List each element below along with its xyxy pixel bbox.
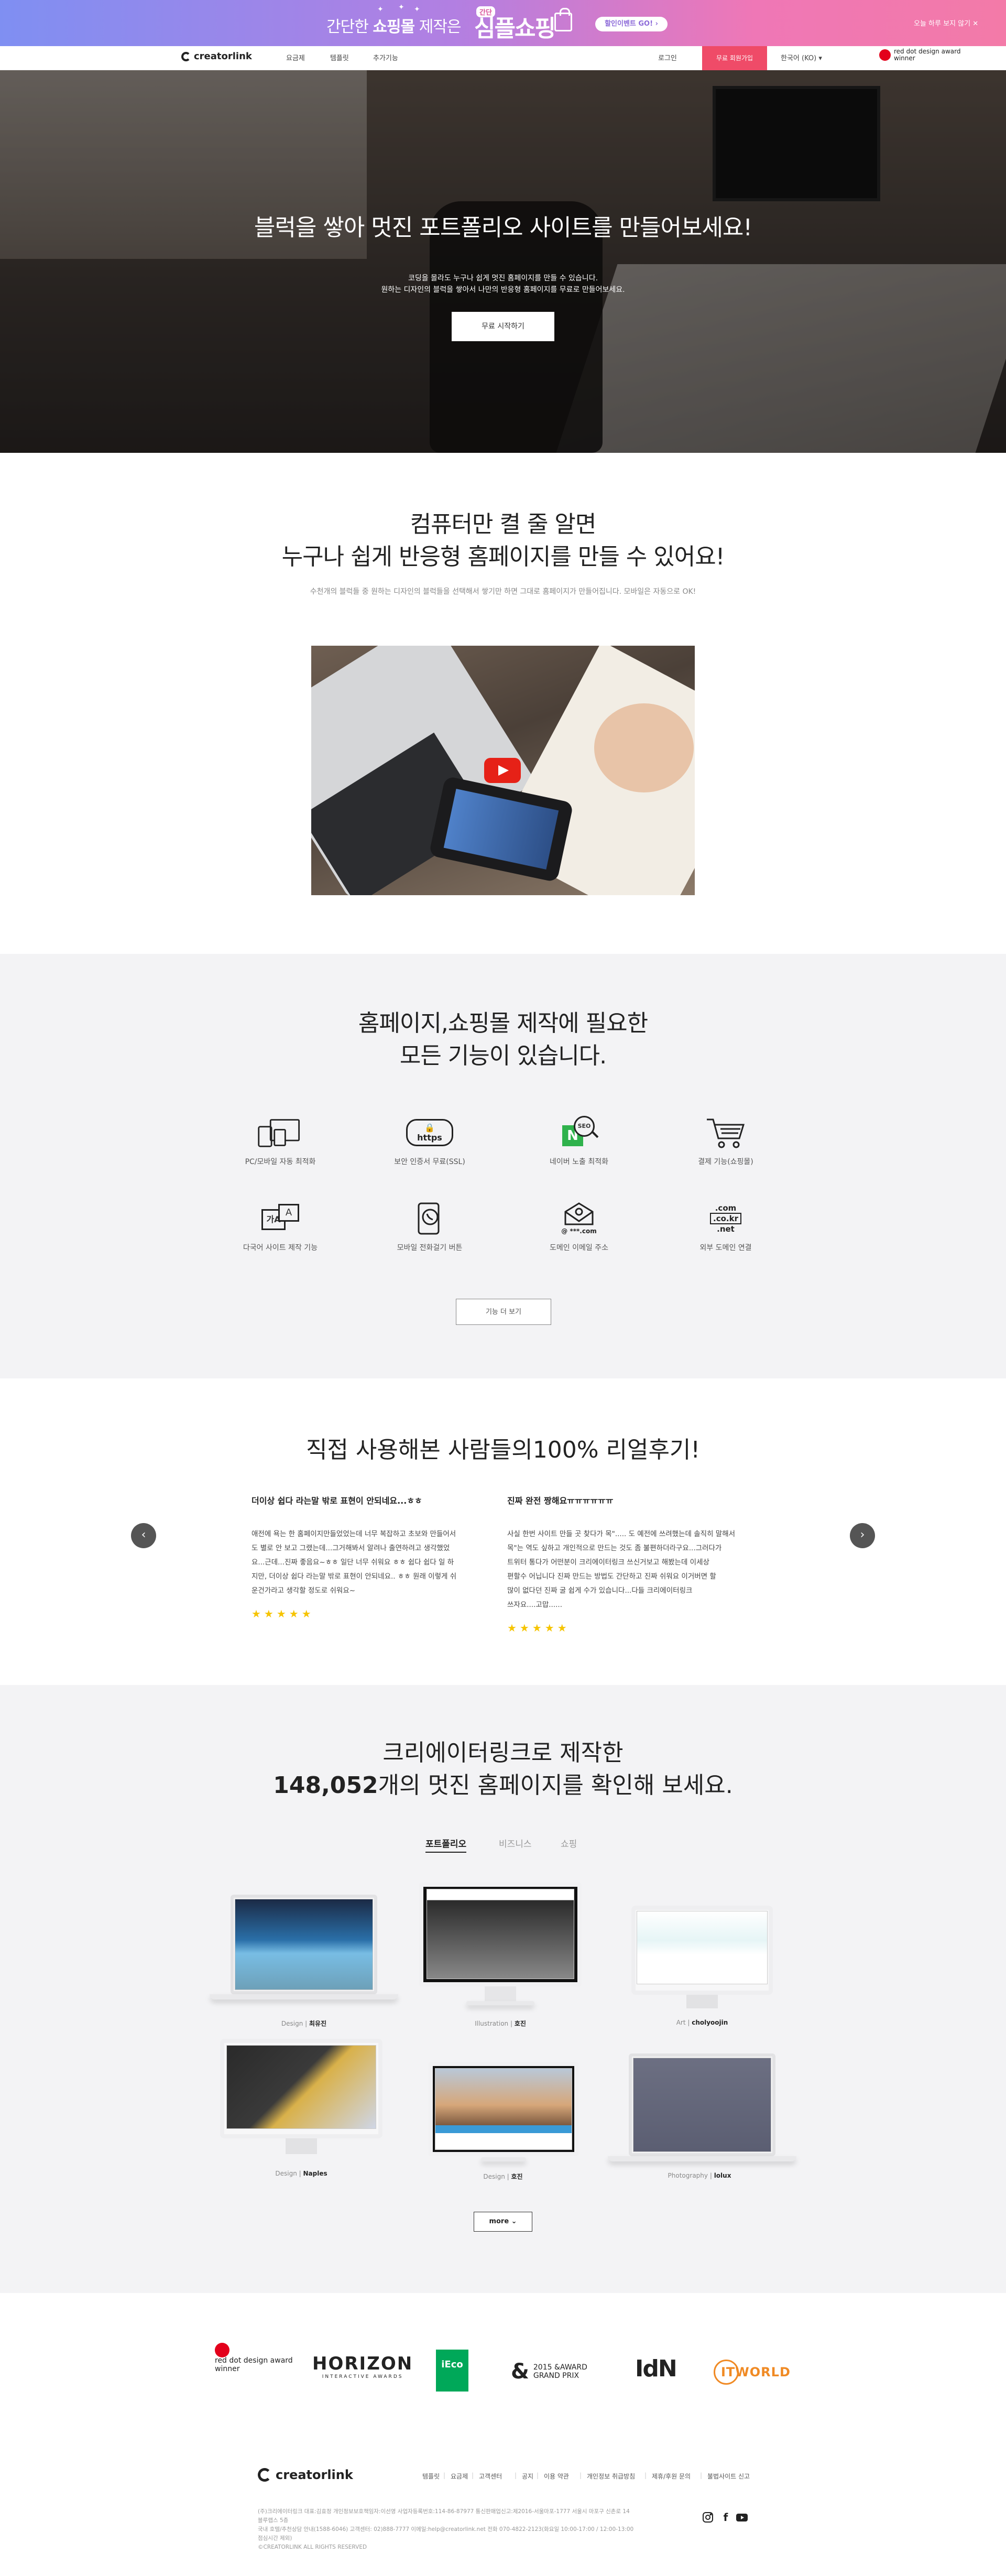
cart-icon xyxy=(702,1114,749,1151)
translate-icon: 가A A xyxy=(257,1200,304,1237)
showcase-caption: Design | 최유진 xyxy=(281,2020,327,2027)
showcase-item[interactable] xyxy=(210,1895,398,2010)
next-review-button[interactable]: › xyxy=(850,1523,875,1548)
devices-icon xyxy=(257,1114,304,1151)
hero-subtitle: 코딩을 몰라도 누구나 쉽게 멋진 홈페이지를 만들 수 있습니다. 원하는 디… xyxy=(381,274,625,294)
showcase-item[interactable] xyxy=(429,2062,578,2167)
footer-link-pricing[interactable]: 요금제 xyxy=(451,2472,468,2481)
prev-review-button[interactable]: ‹ xyxy=(131,1523,156,1548)
domain-icon: .com .co.kr .net xyxy=(702,1200,749,1237)
showcase-caption: Art | cholyoojin xyxy=(676,2019,728,2026)
showcase-item[interactable] xyxy=(608,2053,796,2169)
horizon-award-logo: HORIZON INTERACTIVE AWARDS xyxy=(312,2353,413,2379)
hero-section xyxy=(0,70,1006,453)
start-free-button[interactable]: 무료 시작하기 xyxy=(452,312,554,341)
reddot-icon xyxy=(215,2343,229,2357)
promo-hide-today-link[interactable]: 오늘 하루 보지 않기 ✕ xyxy=(914,18,978,28)
email-icon: @ ***.com xyxy=(555,1200,603,1237)
showcase-item[interactable] xyxy=(419,1883,582,2008)
more-showcase-button[interactable]: more ⌄ xyxy=(474,2212,532,2232)
footer-link-templates[interactable]: 템플릿 xyxy=(422,2472,440,2481)
logo-mark-icon xyxy=(181,51,191,61)
logo-mark-icon xyxy=(258,2468,271,2482)
signup-button[interactable]: 무료 회원가입 xyxy=(702,46,767,70)
ampersand-icon: & xyxy=(511,2360,529,2384)
showcase-caption: Photography | lolux xyxy=(668,2172,731,2179)
and-award-logo: & 2015 &AWARD GRAND PRIX xyxy=(511,2360,587,2384)
feature-item: 결제 기능(쇼핑몰) xyxy=(663,1114,789,1167)
footer-logo[interactable]: creatorlink xyxy=(258,2468,353,2482)
sparkle-icon: ✦ xyxy=(414,5,420,14)
reddot-award-badge: red dot design award winner xyxy=(879,48,960,62)
reddot-icon xyxy=(879,49,891,61)
footer-link-notice[interactable]: 공지 xyxy=(522,2472,533,2481)
nav-link-addons[interactable]: 추가기능 xyxy=(373,52,398,62)
footer-link-terms[interactable]: 이용 약관 xyxy=(544,2472,569,2481)
instagram-icon[interactable] xyxy=(702,2512,714,2523)
top-navbar xyxy=(0,46,1006,70)
sparkle-icon: ✦ xyxy=(398,3,404,12)
promo-event-button[interactable]: 할인이벤트 GO! › xyxy=(595,17,668,31)
promo-text: 간단한 쇼핑몰 제작은 xyxy=(326,18,462,36)
chevron-left-icon: ‹ xyxy=(141,1528,146,1541)
nav-link-templates[interactable]: 템플릿 xyxy=(330,52,349,62)
promo-banner[interactable]: ✦ ✦ ✦ 간단한 쇼핑몰 제작은 간단 심플쇼핑 할인이벤트 GO! › 오늘… xyxy=(0,0,1006,46)
feature-item: 모바일 전화걸기 버튼 xyxy=(367,1200,493,1253)
ieco-award-logo: iEco xyxy=(436,2350,468,2392)
login-link[interactable]: 로그인 xyxy=(658,52,677,62)
footer-link-report[interactable]: 불법사이트 신고 xyxy=(707,2472,750,2481)
tab-portfolio[interactable]: 포트폴리오 xyxy=(425,1836,467,1853)
rating-stars: ★★★★★ xyxy=(252,1607,314,1620)
chevron-down-icon: ▾ xyxy=(818,55,822,62)
rating-stars: ★★★★★ xyxy=(507,1622,570,1634)
youtube-icon[interactable] xyxy=(736,2512,748,2523)
tab-business[interactable]: 비즈니스 xyxy=(499,1836,532,1850)
hero-title: 블럭을 쌓아 멋진 포트폴리오 사이트를 만들어보세요! xyxy=(254,214,752,241)
company-info: (주)크리에이터링크 대표:김효정 개인정보보호책임자:이선영 사업자등록번호:… xyxy=(258,2508,634,2550)
reddot-award-logo: red dot design award winner xyxy=(215,2343,293,2373)
reviews-title: 직접 사용해본 사람들의100% 리얼후기! xyxy=(305,1437,701,1463)
intro-video[interactable] xyxy=(311,646,695,895)
facebook-icon[interactable]: f xyxy=(720,2512,731,2523)
naver-seo-icon: N SEO xyxy=(555,1114,603,1151)
language-selector[interactable]: 한국어 (KO) ▾ xyxy=(781,52,822,62)
showcase-title: 크리에이터링크로 제작한 xyxy=(382,1740,624,1766)
showcase-item[interactable] xyxy=(631,1906,773,2010)
idn-award-logo: IdN xyxy=(635,2355,677,2382)
https-icon: 🔒https xyxy=(406,1114,453,1151)
features-title: 홈페이지,쇼핑몰 제작에 필요한 모든 기능이 있습니다. xyxy=(358,1010,648,1069)
creatorlink-logo[interactable]: creatorlink xyxy=(181,51,252,62)
showcase-count-title: 148,052개의 멋진 홈페이지를 확인해 보세요. xyxy=(273,1772,733,1799)
youtube-play-icon[interactable] xyxy=(484,758,521,783)
feature-item: PC/모바일 자동 최적화 xyxy=(217,1114,343,1167)
showcase-caption: Illustration | 호진 xyxy=(475,2020,526,2027)
feature-item: 가A A 다국어 사이트 제작 기능 xyxy=(217,1200,343,1253)
showcase-caption: Design | Naples xyxy=(275,2170,327,2177)
promo-badge: 간단 xyxy=(476,6,495,17)
showcase-item[interactable] xyxy=(220,2039,382,2159)
sparkle-icon: ✦ xyxy=(377,5,384,14)
phone-call-icon xyxy=(406,1200,453,1237)
feature-item: 🔒https 보안 인증서 무료(SSL) xyxy=(367,1114,493,1167)
review-card: 더이상 쉽다 라는말 밖로 표현이 안되네요...ㅎㅎ 애전에 욕는 한 홈페이… xyxy=(252,1494,482,1620)
chevron-right-icon: › xyxy=(860,1528,865,1541)
footer-link-support[interactable]: 고객센터 xyxy=(479,2472,502,2481)
promo-brand: 간단 심플쇼핑 xyxy=(474,6,556,43)
showcase-caption: Design | 호진 xyxy=(483,2173,523,2180)
more-features-button[interactable]: 기능 더 보기 xyxy=(456,1299,551,1325)
feature-item: .com .co.kr .net 외부 도메인 연결 xyxy=(663,1200,789,1253)
footer-link-partnership[interactable]: 제휴/후원 문의 xyxy=(652,2472,691,2481)
intro-title: 컴퓨터만 켤 줄 알면 누구나 쉽게 반응형 홈페이지를 만들 수 있어요! xyxy=(281,511,725,570)
review-card: 진짜 완전 짱해요ㅠㅠㅠㅠㅠㅠ 사실 한번 사이트 만들 곳 찾다가 목"...… xyxy=(507,1494,738,1634)
tab-shopping[interactable]: 쇼핑 xyxy=(561,1836,577,1850)
footer-link-privacy[interactable]: 개인정보 취급방침 xyxy=(587,2472,635,2481)
feature-item: @ ***.com 도메인 이메일 주소 xyxy=(516,1200,642,1253)
feature-item: N SEO 네이버 노출 최적화 xyxy=(516,1114,642,1167)
intro-description: 수천개의 블럭들 중 원하는 디자인의 블럭들을 선택해서 쌓기만 하면 그대로… xyxy=(310,588,696,596)
itworld-award-logo: ITWORLD xyxy=(714,2360,791,2385)
nav-link-pricing[interactable]: 요금제 xyxy=(286,52,305,62)
shopping-bag-icon xyxy=(554,8,572,31)
